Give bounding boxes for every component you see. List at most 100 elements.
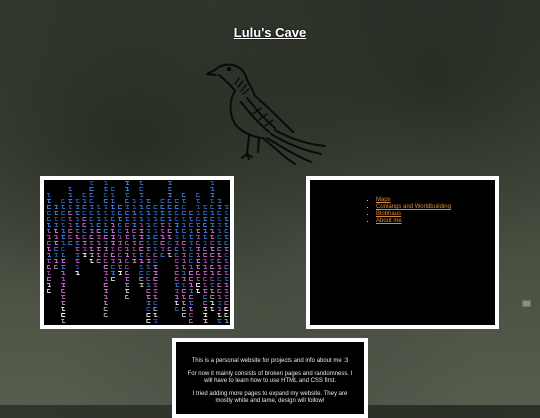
matrix-glyph [146,229,151,233]
matrix-glyph [68,205,73,209]
matrix-glyph [139,277,144,281]
matrix-glyph [103,205,108,209]
matrix-glyph [139,205,144,209]
matrix-glyph [203,253,208,257]
page-title[interactable]: Lulu's Cave [0,25,540,40]
matrix-glyph [210,223,215,227]
matrix-glyph [54,247,59,251]
matrix-glyph [89,199,94,203]
matrix-glyph [203,313,208,317]
matrix-glyph [125,217,130,221]
matrix-glyph [118,253,122,257]
matrix-glyph [167,211,172,215]
matrix-glyph [210,271,215,275]
matrix-glyph [189,319,193,323]
matrix-glyph [203,217,208,221]
matrix-glyph [174,283,179,287]
nav-link-blobhaus[interactable]: Blobhaus [376,211,401,217]
matrix-glyph [153,217,158,221]
matrix-glyph [153,307,158,311]
matrix-glyph [118,241,122,245]
matrix-glyph [153,247,158,251]
matrix-glyph [75,265,80,269]
matrix-glyph [203,235,208,239]
matrix-glyph [217,235,222,239]
matrix-glyph [181,235,186,239]
matrix-glyph [189,247,193,251]
matrix-glyph [210,217,215,221]
matrix-glyph [54,235,59,239]
matrix-glyph [153,283,158,287]
matrix-glyph [217,241,222,245]
matrix-glyph [181,193,186,197]
matrix-glyph [224,289,229,293]
matrix-glyph [47,259,51,263]
matrix-glyph [146,259,151,263]
matrix-glyph [210,277,215,281]
nav-link-about[interactable]: About me [376,218,402,224]
matrix-glyph [75,235,80,239]
nav-link-conlangs[interactable]: Conlangs and Worldbuilding [376,204,451,210]
matrix-glyph [217,259,222,263]
matrix-glyph [103,253,108,257]
matrix-glyph [189,211,193,215]
matrix-glyph [224,307,229,311]
intro-panel: This is a personal website for projects … [172,338,368,418]
matrix-glyph [146,301,151,305]
matrix-glyph [217,199,222,203]
matrix-glyph [196,241,201,245]
matrix-glyph [203,205,208,209]
nav-link-maps[interactable]: Maps [376,197,391,203]
scroll-button-icon[interactable] [522,300,531,307]
matrix-glyph [181,307,186,311]
matrix-glyph [47,265,51,269]
matrix-glyph [68,211,73,215]
matrix-glyph [181,277,186,281]
matrix-glyph [89,211,94,215]
matrix-glyph [96,259,101,263]
matrix-glyph [181,211,186,215]
matrix-glyph [174,217,179,221]
matrix-glyph [132,205,137,209]
matrix-glyph [110,223,115,227]
matrix-glyph [210,247,215,251]
matrix-glyph [217,319,222,323]
matrix-glyph [217,205,222,209]
nav-item-maps: Maps [376,197,451,204]
matrix-glyph [54,217,59,221]
matrix-glyph [125,223,130,227]
matrix-glyph [110,193,115,197]
matrix-glyph [146,271,151,275]
matrix-glyph [167,193,172,197]
matrix-glyph [75,211,80,215]
matrix-glyph [103,277,108,281]
matrix-glyph [160,205,165,209]
matrix-glyph [103,259,108,263]
matrix-glyph [103,211,108,215]
matrix-glyph [89,259,94,263]
matrix-glyph [125,241,130,245]
matrix-glyph [174,301,179,305]
matrix-glyph [153,313,158,317]
nav-item-conlangs: Conlangs and Worldbuilding [376,204,451,211]
matrix-glyph [189,271,193,275]
matrix-glyph [132,223,137,227]
matrix-glyph [75,259,80,263]
matrix-glyph [189,289,193,293]
matrix-glyph [139,241,144,245]
matrix-glyph [210,283,215,287]
matrix-glyph [75,253,80,257]
matrix-glyph [118,205,122,209]
nav-panel: Maps Conlangs and Worldbuilding Blobhaus… [306,176,499,329]
matrix-glyph [203,301,208,305]
matrix-glyph [61,301,66,305]
matrix-glyph [103,295,108,299]
matrix-glyph [217,217,222,221]
matrix-glyph [224,283,229,287]
matrix-glyph [61,277,66,281]
matrix-glyph [189,265,193,269]
matrix-glyph [189,229,193,233]
matrix-glyph [160,253,165,257]
matrix-glyph [47,229,51,233]
matrix-glyph [224,313,229,317]
